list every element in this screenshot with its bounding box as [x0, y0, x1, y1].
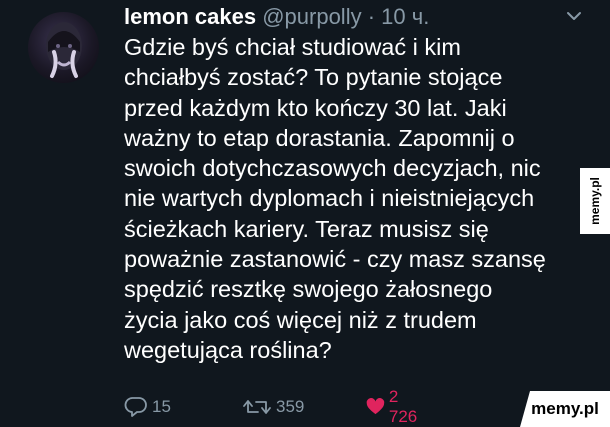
author-handle[interactable]: @purpolly: [262, 4, 361, 29]
reply-button[interactable]: 15: [124, 394, 171, 420]
avatar[interactable]: [28, 12, 99, 83]
heart-icon: [366, 398, 385, 415]
watermark-side-text: memy.pl: [588, 177, 603, 225]
retweet-button[interactable]: 359: [242, 394, 304, 420]
tweet-text-line: nie wartych dyplomach i nieistniejących: [124, 185, 535, 212]
tweet-header: lemon cakes @purpolly · 10 ч.: [124, 4, 570, 30]
tweet-text-line: swoich dotychczasowych decyzjach, nic: [124, 155, 541, 182]
tweet-text-line: przed każdym kto kończy 30 lat. Jaki: [124, 94, 507, 121]
author-name[interactable]: lemon cakes: [124, 4, 256, 29]
chevron-down-icon: [567, 12, 581, 20]
tweet-menu-button[interactable]: [566, 9, 582, 21]
retweet-icon: [243, 400, 271, 414]
tweet-timestamp[interactable]: 10 ч.: [381, 4, 429, 29]
tweet-text-line: chciałbyś zostać? To pytanie stojące: [124, 64, 503, 91]
tweet-text-line: spędzić resztkę swojego żałosnego: [124, 276, 493, 303]
tweet-text-line: życia jako coś więcej niż z trudem: [124, 306, 477, 333]
watermark-side: memy.pl: [580, 168, 610, 234]
tweet-text-line: ważny to etap dorastania. Zapomnij o: [124, 124, 515, 151]
tweet-text-line: poważnie zastanowić - czy masz szansę: [124, 246, 546, 273]
separator-dot: ·: [367, 4, 376, 29]
avatar-icon: [46, 22, 82, 78]
tweet-text: Gdzie byś chciał studiować i kim chciałb…: [124, 32, 594, 365]
reply-icon: [124, 397, 147, 417]
tweet-text-line: ścieżkach kariery. Teraz musisz się: [124, 215, 489, 242]
retweet-count: 359: [276, 397, 305, 416]
reply-count: 15: [152, 397, 171, 416]
watermark-corner: memy.pl: [520, 391, 610, 427]
like-count: 2 726: [388, 387, 418, 426]
watermark-corner-text: memy.pl: [531, 399, 599, 418]
tweet-text-line: wegetująca roślina?: [124, 336, 332, 363]
like-button[interactable]: 2 726: [366, 387, 422, 426]
tweet-text-line: Gdzie byś chciał studiować i kim: [124, 34, 461, 60]
